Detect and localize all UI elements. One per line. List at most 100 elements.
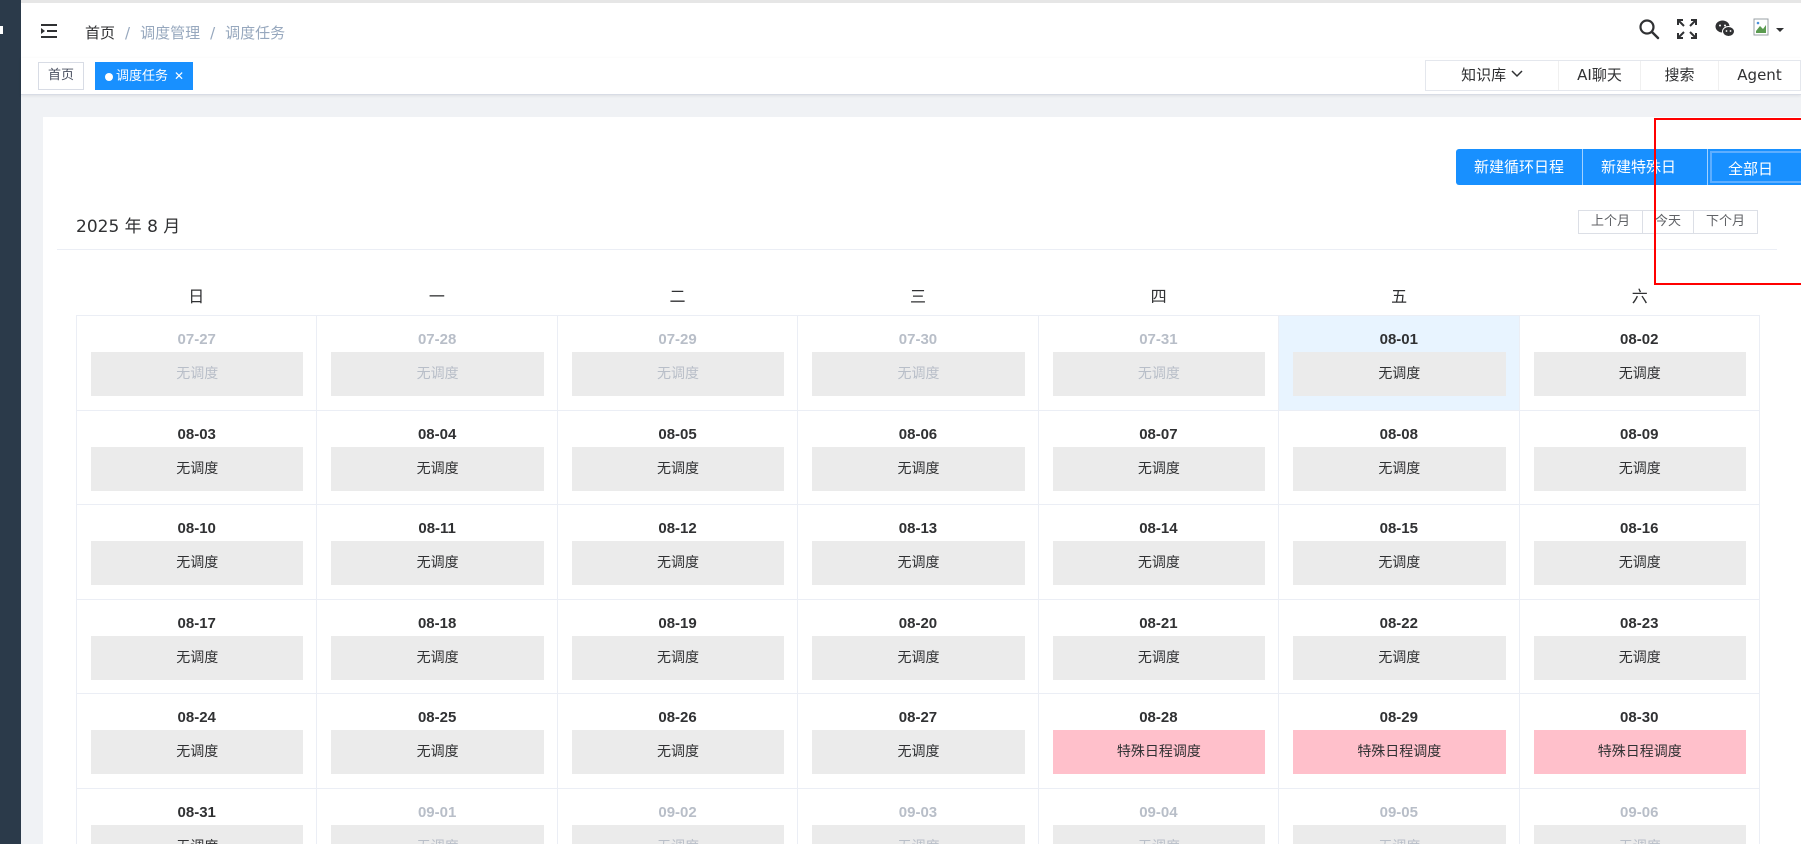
calendar-day-cell[interactable]: 08-26 无调度 xyxy=(557,694,799,789)
fullscreen-icon[interactable] xyxy=(1675,17,1699,41)
calendar-day-cell[interactable]: 08-22 无调度 xyxy=(1279,599,1520,694)
no-schedule-entry[interactable]: 无调度 xyxy=(331,635,544,680)
calendar-day-cell[interactable]: 08-27 无调度 xyxy=(798,694,1039,789)
calendar-day-cell[interactable]: 09-02 无调度 xyxy=(558,788,799,844)
no-schedule-entry[interactable]: 无调度 xyxy=(1533,352,1746,396)
calendar-day-cell[interactable]: 09-01 无调度 xyxy=(317,788,558,844)
avatar[interactable] xyxy=(1751,17,1787,41)
no-schedule-entry[interactable]: 无调度 xyxy=(1293,446,1506,491)
no-schedule-entry[interactable]: 无调度 xyxy=(91,352,304,396)
nav-ai-chat[interactable]: AI聊天 xyxy=(1558,61,1640,90)
no-schedule-entry[interactable]: 无调度 xyxy=(812,824,1025,844)
close-icon[interactable]: ✕ xyxy=(174,69,184,83)
no-schedule-entry[interactable]: 无调度 xyxy=(91,541,304,585)
breadcrumb-home[interactable]: 首页 xyxy=(85,22,115,43)
calendar-day-cell[interactable]: 08-28 特殊日程调度 xyxy=(1038,694,1280,789)
calendar-day-cell[interactable]: 08-21 无调度 xyxy=(1038,599,1280,694)
no-schedule-entry[interactable]: 无调度 xyxy=(571,446,785,491)
nav-knowledge-base[interactable]: 知识库 xyxy=(1426,61,1558,90)
nav-search[interactable]: 搜索 xyxy=(1640,61,1718,90)
calendar-day-cell[interactable]: 08-14 无调度 xyxy=(1038,505,1280,600)
calendar-day-cell[interactable]: 08-12 无调度 xyxy=(557,505,799,600)
special-schedule-entry[interactable]: 特殊日程调度 xyxy=(1293,730,1506,774)
no-schedule-entry[interactable]: 无调度 xyxy=(1052,446,1266,491)
no-schedule-entry[interactable]: 无调度 xyxy=(1293,824,1506,844)
calendar-day-cell[interactable]: 08-03 无调度 xyxy=(77,410,318,505)
calendar-day-cell[interactable]: 08-31 无调度 xyxy=(77,788,318,844)
calendar-day-cell[interactable]: 09-03 无调度 xyxy=(798,788,1039,844)
no-schedule-entry[interactable]: 无调度 xyxy=(1052,352,1266,396)
calendar-day-cell[interactable]: 09-05 无调度 xyxy=(1279,788,1520,844)
calendar-day-cell[interactable]: 09-04 无调度 xyxy=(1039,788,1280,844)
calendar-day-cell[interactable]: 07-28 无调度 xyxy=(317,316,558,411)
calendar-day-cell[interactable]: 08-17 无调度 xyxy=(77,599,318,694)
calendar-day-cell[interactable]: 08-23 无调度 xyxy=(1519,599,1760,694)
calendar-day-cell[interactable]: 08-09 无调度 xyxy=(1519,410,1760,505)
calendar-day-cell[interactable]: 08-30 特殊日程调度 xyxy=(1519,694,1760,789)
tag-home[interactable]: 首页 xyxy=(38,62,85,90)
special-schedule-entry[interactable]: 特殊日程调度 xyxy=(1052,730,1266,774)
no-schedule-entry[interactable]: 无调度 xyxy=(571,352,785,396)
hamburger-icon[interactable] xyxy=(39,21,59,41)
calendar-day-cell[interactable]: 09-06 无调度 xyxy=(1520,788,1760,844)
calendar-day-cell[interactable]: 08-08 无调度 xyxy=(1279,410,1520,505)
no-schedule-entry[interactable]: 无调度 xyxy=(812,446,1025,491)
no-schedule-entry[interactable]: 无调度 xyxy=(1293,541,1506,585)
no-schedule-entry[interactable]: 无调度 xyxy=(91,824,304,844)
search-icon[interactable] xyxy=(1637,17,1661,41)
calendar-day-cell[interactable]: 08-24 无调度 xyxy=(77,694,318,789)
calendar-day-cell[interactable]: 08-06 无调度 xyxy=(798,410,1039,505)
calendar-day-cell[interactable]: 07-27 无调度 xyxy=(77,316,318,411)
calendar-day-cell[interactable]: 08-04 无调度 xyxy=(317,410,558,505)
no-schedule-entry[interactable]: 无调度 xyxy=(1052,635,1266,680)
calendar-day-cell[interactable]: 08-25 无调度 xyxy=(317,694,558,789)
no-schedule-entry[interactable]: 无调度 xyxy=(1533,446,1746,491)
no-schedule-entry[interactable]: 无调度 xyxy=(1533,824,1746,844)
prev-month-button[interactable]: 上个月 xyxy=(1578,210,1644,234)
no-schedule-entry[interactable]: 无调度 xyxy=(812,541,1025,585)
calendar-day-cell[interactable]: 07-29 无调度 xyxy=(557,316,799,411)
no-schedule-entry[interactable]: 无调度 xyxy=(1052,541,1266,585)
calendar-day-cell[interactable]: 08-16 无调度 xyxy=(1519,505,1760,600)
calendar-day-cell[interactable]: 08-18 无调度 xyxy=(317,599,558,694)
no-schedule-entry[interactable]: 无调度 xyxy=(571,541,785,585)
no-schedule-entry[interactable]: 无调度 xyxy=(812,352,1025,396)
no-schedule-entry[interactable]: 无调度 xyxy=(812,635,1025,680)
calendar-day-cell[interactable]: 07-31 无调度 xyxy=(1038,316,1280,411)
no-schedule-entry[interactable]: 无调度 xyxy=(91,730,304,774)
calendar-day-cell[interactable]: 08-19 无调度 xyxy=(557,599,799,694)
new-recurring-schedule-button[interactable]: 新建循环日程 xyxy=(1456,149,1583,185)
special-schedule-entry[interactable]: 特殊日程调度 xyxy=(1533,730,1746,774)
no-schedule-entry[interactable]: 无调度 xyxy=(331,446,544,491)
tag-schedule-task[interactable]: 调度任务 ✕ xyxy=(95,62,194,90)
calendar-day-cell[interactable]: 08-07 无调度 xyxy=(1038,410,1280,505)
no-schedule-entry[interactable]: 无调度 xyxy=(812,730,1025,774)
calendar-day-cell[interactable]: 08-20 无调度 xyxy=(798,599,1039,694)
calendar-day-cell[interactable]: 08-15 无调度 xyxy=(1279,505,1520,600)
no-schedule-entry[interactable]: 无调度 xyxy=(1052,824,1266,844)
calendar-day-cell[interactable]: 08-13 无调度 xyxy=(798,505,1039,600)
calendar-day-cell[interactable]: 07-30 无调度 xyxy=(798,316,1039,411)
calendar-day-cell[interactable]: 08-10 无调度 xyxy=(77,505,318,600)
no-schedule-entry[interactable]: 无调度 xyxy=(571,824,785,844)
no-schedule-entry[interactable]: 无调度 xyxy=(91,446,304,491)
day-date: 08-16 xyxy=(1620,520,1659,537)
no-schedule-entry[interactable]: 无调度 xyxy=(1293,352,1506,396)
no-schedule-entry[interactable]: 无调度 xyxy=(571,635,785,680)
nav-agent[interactable]: Agent xyxy=(1718,61,1800,90)
wechat-icon[interactable] xyxy=(1713,17,1737,41)
no-schedule-entry[interactable]: 无调度 xyxy=(1533,635,1746,680)
no-schedule-entry[interactable]: 无调度 xyxy=(91,635,304,680)
no-schedule-entry[interactable]: 无调度 xyxy=(331,730,544,774)
calendar-day-cell[interactable]: 08-02 无调度 xyxy=(1519,316,1760,411)
no-schedule-entry[interactable]: 无调度 xyxy=(331,352,544,396)
calendar-day-cell[interactable]: 08-29 特殊日程调度 xyxy=(1279,694,1520,789)
no-schedule-entry[interactable]: 无调度 xyxy=(1293,635,1506,680)
no-schedule-entry[interactable]: 无调度 xyxy=(331,824,544,844)
calendar-day-cell[interactable]: 08-05 无调度 xyxy=(557,410,799,505)
no-schedule-entry[interactable]: 无调度 xyxy=(331,541,544,585)
calendar-day-cell[interactable]: 08-01 无调度 xyxy=(1279,316,1520,411)
no-schedule-entry[interactable]: 无调度 xyxy=(1533,541,1746,585)
calendar-day-cell[interactable]: 08-11 无调度 xyxy=(317,505,558,600)
no-schedule-entry[interactable]: 无调度 xyxy=(571,730,785,774)
